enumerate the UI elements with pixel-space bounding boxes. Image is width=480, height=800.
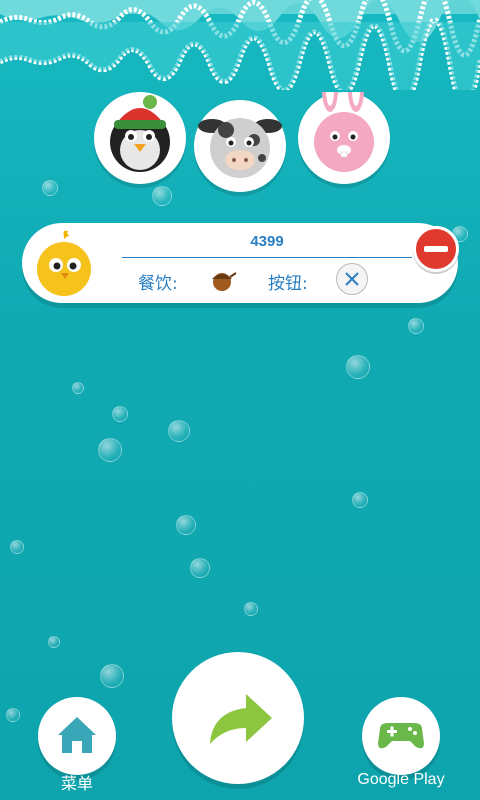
- bubble: [408, 318, 424, 334]
- bubble: [6, 708, 20, 722]
- rabbit-icon: [314, 92, 374, 172]
- share-button[interactable]: [172, 652, 304, 784]
- arrow-right-icon: [210, 694, 272, 744]
- food-label: 餐饮:: [138, 274, 178, 294]
- bubble: [98, 438, 122, 462]
- rabbit-avatar[interactable]: [298, 92, 390, 184]
- bubble: [190, 558, 210, 578]
- chick-icon: [37, 230, 91, 296]
- cow-avatar[interactable]: [194, 100, 286, 192]
- bubble: [72, 382, 84, 394]
- bubble: [10, 540, 24, 554]
- bubble: [112, 406, 128, 422]
- bubble: [48, 636, 60, 648]
- bubble: [176, 515, 196, 535]
- cow-icon: [198, 118, 282, 178]
- google-play-label: Google Play: [357, 771, 445, 788]
- bubble: [346, 355, 370, 379]
- home-icon: [58, 717, 96, 753]
- gamepad-icon: [378, 723, 424, 749]
- home-button[interactable]: [38, 697, 116, 775]
- sea-surface-waves: [0, 0, 480, 90]
- google-play-button[interactable]: [362, 697, 440, 775]
- penguin-icon: [110, 95, 170, 172]
- divider: [122, 257, 412, 258]
- pet-card: 4399 餐饮: 按钮:: [22, 223, 458, 303]
- bubble: [100, 664, 124, 688]
- remove-button[interactable]: [413, 226, 459, 272]
- close-icon: [345, 272, 359, 286]
- bubble: [244, 602, 258, 616]
- acorn-icon: [212, 272, 237, 291]
- button-label: 按钮:: [268, 274, 308, 294]
- menu-label: 菜单: [60, 776, 93, 793]
- close-button[interactable]: [336, 263, 368, 295]
- bubble: [152, 186, 172, 206]
- bubble: [168, 420, 190, 442]
- penguin-avatar[interactable]: [94, 92, 186, 184]
- score-value: 4399: [250, 233, 284, 250]
- bubble: [352, 492, 368, 508]
- bubble: [42, 180, 58, 196]
